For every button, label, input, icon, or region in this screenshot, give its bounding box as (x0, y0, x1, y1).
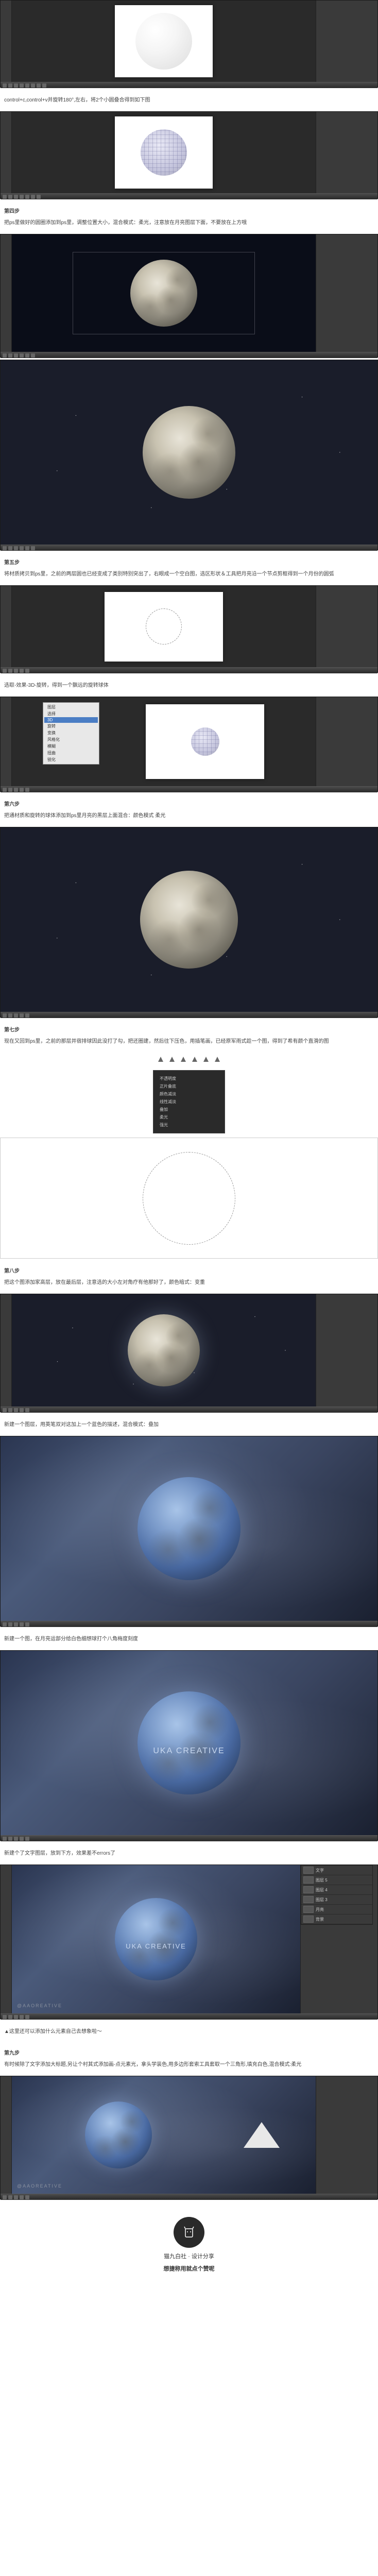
ps-canvas (12, 1, 316, 82)
step6: 第六步 把通材质和旋转的球体添加到ps里月亮的黑层上面混合：颜色模式 柔光 (0, 794, 378, 827)
taskbar (1, 82, 377, 88)
footer-line1: 猫九白社 · 设计分享 (164, 2252, 214, 2260)
step9-title: 第九步 (4, 2049, 374, 2058)
context-menu[interactable]: 不透明度正片叠底颜色减淡线性减淡叠加柔光强光 (153, 1070, 225, 1133)
moon-object (130, 260, 197, 327)
screenshot-moon-brand: UKA CREATIVE (0, 1650, 378, 1841)
step8: 第八步 把这个图添加家高层，放在最后层，注意选的大小左对角疗有他那好了，颜色暗式… (0, 1261, 378, 1294)
moon-big (143, 406, 235, 499)
watermark: @AAOREATIVE (17, 2003, 62, 2008)
step5-text: 将材质拷贝到ps里，之前的两层圆也已经变成了类别特别突出了，右眼成一个空白图，选… (4, 570, 374, 579)
screenshot-moon-glow (0, 1294, 378, 1412)
step6-text: 把通材质和旋转的球体添加到ps里月亮的黑层上面混合：颜色模式 柔光 (4, 811, 374, 821)
step8-title: 第八步 (4, 1267, 374, 1276)
step5-title: 第五步 (4, 558, 374, 568)
step8e-note: ▲这里还可以添加什么元素自己去想象啦～ (0, 2021, 378, 2043)
screenshot-sphere-initial (0, 0, 378, 88)
step7: 第七步 现在又回到ps里，之前的那层并宿排球因此没打了勾，把还圈建，然后往下压色… (0, 1020, 378, 1053)
screenshot-triangle: @AAOREATIVE (0, 2076, 378, 2199)
layers-panel[interactable]: 文字 图层 5 图层 4 图层 3 月亮 背景 (301, 1865, 373, 1925)
screenshot-moon-outline (0, 234, 378, 358)
dashed-circle (146, 608, 182, 645)
step9: 第九步 有时候除了文字添加大标题,另让个村其式添加画-点元素光，拿头学装色,用多… (0, 2043, 378, 2076)
step4-text: 把ps里做好的圆圈添加到ps里，调整位置大小，混合模式：柔光，注意放在月亮图层下… (4, 218, 374, 228)
step5: 第五步 将材质拷贝到ps里，之前的两层圆也已经变成了类别特别突出了，右眼成一个空… (0, 552, 378, 585)
ps-panels (316, 1, 377, 82)
nebula-moon (138, 1477, 240, 1580)
screenshot-nebula (0, 1436, 378, 1626)
step8d-text: 新建个了文字图层，放到下方，效果差不errors了 (0, 1843, 378, 1865)
brand-text: UKA CREATIVE (153, 1747, 225, 1756)
ps-toolbar (1, 1, 12, 82)
screenshot-moon-stars-1 (0, 360, 378, 550)
step8c-text: 新建一个图，在月亮运部分给白色细想球打个八角梅度刻度 (0, 1629, 378, 1650)
screenshot-wireframe (0, 111, 378, 199)
footer-line2: 想捷称用就点个赞呢 (164, 2264, 215, 2273)
wireframe-sphere (141, 129, 187, 176)
white-sphere (135, 13, 192, 70)
screenshot-final-layers: UKA CREATIVE @AAOREATIVE 文字 图层 5 图层 4 图层… (0, 1865, 378, 2019)
step9-text: 有时候除了文字添加大标题,另让个村其式添加画-点元素光，拿头学装色,用多边形套索… (4, 2060, 374, 2070)
screenshot-3d-menu: 图层选择3D旋转变换风格化模糊扭曲锐化 (0, 697, 378, 792)
step8-text: 把这个图添加家高层，放在最后层，注意选的大小左对角疗有他那好了，颜色暗式：变重 (4, 1278, 374, 1287)
effects-menu[interactable]: 图层选择3D旋转变换风格化模糊扭曲锐化 (43, 702, 99, 765)
step7-text: 现在又回到ps里，之前的那层并宿排球因此没打了勾，把还圈建，然后往下压色，用插笔… (4, 1037, 374, 1046)
step5b-text: 选取-效果-3D-旋转，得到一个飘远的旋转球体 (0, 675, 378, 697)
moon-big-2 (140, 871, 238, 969)
cat-logo-icon (174, 2217, 204, 2248)
screenshot-circle-doc (0, 585, 378, 673)
branded-moon (138, 1691, 240, 1794)
step6-title: 第六步 (4, 800, 374, 809)
small-wireframe (191, 727, 219, 756)
footer: 猫九白社 · 设计分享 想捷称用就点个赞呢 (0, 2201, 378, 2288)
step8b-text: 新建一个图层，用英笔双对这加上一个蓝色的描述，混合模式：叠加 (0, 1414, 378, 1436)
step4-title: 第四步 (4, 207, 374, 216)
step7-title: 第七步 (4, 1026, 374, 1035)
moon-glowing (128, 1314, 200, 1386)
screenshot-big-circle (0, 1138, 378, 1259)
screenshot-moon-stars-2 (0, 827, 378, 1018)
arrow-diagram (0, 1053, 378, 1066)
step4: 第四步 把ps里做好的圆圈添加到ps里，调整位置大小，混合模式：柔光，注意放在月… (0, 201, 378, 234)
white-triangle (244, 2122, 280, 2148)
step2-note: control+c,control+v并旋转180°,左右，将2个小圆叠合得到如… (0, 90, 378, 111)
big-dashed-circle (143, 1152, 235, 1245)
